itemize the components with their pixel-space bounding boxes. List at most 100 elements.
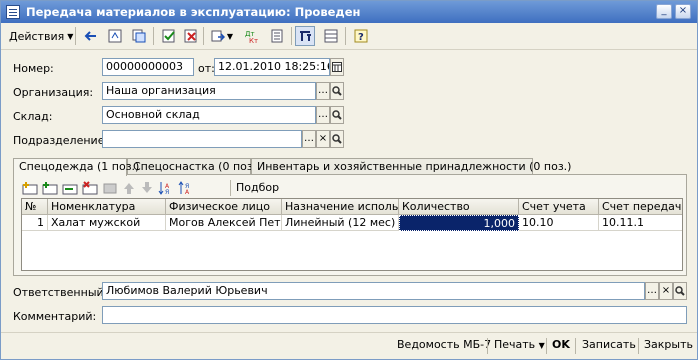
- title-bar: Передача материалов в эксплуатацию: Пров…: [1, 1, 697, 23]
- warehouse-label: Склад:: [13, 110, 53, 123]
- help-button[interactable]: ?: [351, 26, 371, 46]
- based-on-button[interactable]: ▼: [207, 26, 237, 46]
- refresh-button[interactable]: [105, 26, 125, 46]
- delete-row-icon[interactable]: [82, 181, 98, 195]
- responsible-field[interactable]: Любимов Валерий Юрьевич: [102, 282, 645, 300]
- close-window-icon[interactable]: ×: [675, 4, 691, 19]
- warehouse-field[interactable]: Основной склад: [102, 106, 316, 124]
- division-field[interactable]: [102, 130, 302, 148]
- structure-button[interactable]: [267, 26, 287, 46]
- svg-text:Кт: Кт: [249, 37, 258, 43]
- org-open-button[interactable]: [330, 82, 344, 100]
- post-document-button[interactable]: [159, 26, 179, 46]
- chevron-down-icon: ▼: [538, 341, 545, 350]
- add-subrow-icon[interactable]: [42, 181, 58, 195]
- tab-work-clothes[interactable]: Спецодежда (1 поз.): [13, 158, 139, 176]
- save-button[interactable]: Записать: [582, 338, 636, 351]
- sort-desc-icon[interactable]: ЯA: [178, 181, 194, 195]
- table-cell-nomenclature[interactable]: Халат мужской: [48, 215, 166, 231]
- post-document-icon: [162, 29, 175, 43]
- responsible-label: Ответственный:: [13, 286, 108, 299]
- ellipsis-icon: …: [318, 109, 328, 120]
- unpost-document-button[interactable]: [181, 26, 201, 46]
- table-toolbar: AЯ ЯA: [22, 179, 232, 197]
- comment-label: Комментарий:: [13, 310, 97, 323]
- division-select-button[interactable]: …: [302, 130, 316, 148]
- select-items-button[interactable]: Подбор: [236, 181, 279, 194]
- org-label: Организация:: [13, 86, 94, 99]
- warehouse-select-button[interactable]: …: [316, 106, 330, 124]
- actions-menu[interactable]: Действия ▼: [5, 26, 74, 46]
- go-back-icon: [84, 31, 96, 41]
- table-cell-account[interactable]: 10.10: [519, 215, 599, 231]
- move-down-icon[interactable]: [140, 181, 154, 195]
- chevron-down-icon: ▼: [226, 31, 234, 41]
- ok-button[interactable]: OK: [552, 338, 570, 351]
- division-clear-button[interactable]: ×: [316, 130, 330, 148]
- magnifier-icon: [332, 134, 342, 144]
- add-row-icon[interactable]: [22, 181, 38, 195]
- warehouse-open-button[interactable]: [330, 106, 344, 124]
- magnifier-icon: [332, 110, 342, 120]
- show-table-icon: [324, 29, 338, 43]
- help-icon: ?: [354, 29, 368, 43]
- go-back-button[interactable]: [81, 26, 101, 46]
- copy-document-button[interactable]: [129, 26, 149, 46]
- number-label: Номер:: [13, 62, 54, 75]
- table-cell-purpose[interactable]: Линейный (12 мес): [282, 215, 399, 231]
- table-cell-transfer-account[interactable]: 10.11.1: [599, 215, 682, 231]
- responsible-clear-button[interactable]: ×: [659, 282, 673, 300]
- close-button[interactable]: Закрыть: [644, 338, 693, 351]
- magnifier-icon: [332, 86, 342, 96]
- svg-text:?: ?: [358, 32, 364, 43]
- print-button[interactable]: Печать ▼: [494, 338, 545, 351]
- division-label: Подразделение:: [13, 134, 109, 147]
- table-cell-quantity[interactable]: 1,000: [399, 215, 519, 231]
- print-label: Печать: [494, 338, 536, 351]
- responsible-open-button[interactable]: [673, 282, 687, 300]
- table-cell-person[interactable]: Могов Алексей Пет...: [166, 215, 282, 231]
- ellipsis-icon: …: [318, 85, 328, 96]
- show-table-button[interactable]: [321, 26, 341, 46]
- actions-label: Действия: [9, 29, 65, 43]
- column-header-nomenclature[interactable]: Номенклатура: [48, 199, 166, 215]
- ellipsis-icon: …: [647, 285, 657, 296]
- svg-text:A: A: [185, 189, 190, 195]
- column-header-quantity[interactable]: Количество: [399, 199, 519, 215]
- number-field[interactable]: 00000000003: [102, 58, 194, 76]
- comment-field[interactable]: [102, 306, 687, 324]
- clear-icon: ×: [661, 285, 671, 296]
- window-title: Передача материалов в эксплуатацию: Пров…: [26, 5, 361, 19]
- column-header-transfer-account[interactable]: Счет передачи: [599, 199, 682, 215]
- division-open-button[interactable]: [330, 130, 344, 148]
- document-icon: [6, 5, 20, 19]
- column-header-person[interactable]: Физическое лицо: [166, 199, 282, 215]
- journal-button[interactable]: Дт Кт: [243, 26, 263, 46]
- sort-asc-icon[interactable]: AЯ: [158, 181, 174, 195]
- date-field[interactable]: 12.01.2010 18:25:16: [214, 58, 330, 76]
- column-header-number[interactable]: №: [22, 199, 48, 215]
- tab-special-equipment[interactable]: Спецоснастка (0 поз.): [127, 158, 261, 175]
- tab-inventory[interactable]: Инвентарь и хозяйственные принадлежности…: [251, 158, 571, 175]
- svg-text:Я: Я: [165, 189, 169, 195]
- copy-row-icon[interactable]: [62, 181, 78, 195]
- column-header-purpose[interactable]: Назначение исполь...: [282, 199, 399, 215]
- move-up-icon[interactable]: [122, 181, 136, 195]
- toggle-attributes-icon: [300, 31, 311, 41]
- journal-icon: ДтКт: [245, 30, 258, 43]
- minimize-icon[interactable]: _: [656, 4, 672, 19]
- materials-table: № Номенклатура Физическое лицо Назначени…: [21, 198, 683, 271]
- copy-document-icon: [132, 29, 146, 43]
- org-select-button[interactable]: …: [316, 82, 330, 100]
- table-cell-number[interactable]: 1: [22, 215, 48, 231]
- responsible-select-button[interactable]: …: [645, 282, 659, 300]
- toggle-attributes-button[interactable]: [295, 26, 315, 46]
- column-header-account[interactable]: Счет учета: [519, 199, 599, 215]
- chevron-down-icon: ▼: [67, 31, 74, 41]
- bottom-command-bar: Ведомость МБ-7 Печать ▼ OK Записать Закр…: [1, 332, 697, 360]
- org-field[interactable]: Наша организация: [102, 82, 316, 100]
- structure-icon: [271, 29, 283, 43]
- calendar-button[interactable]: [330, 58, 344, 76]
- mb7-report-button[interactable]: Ведомость МБ-7: [397, 338, 491, 351]
- end-edit-icon[interactable]: [102, 181, 118, 195]
